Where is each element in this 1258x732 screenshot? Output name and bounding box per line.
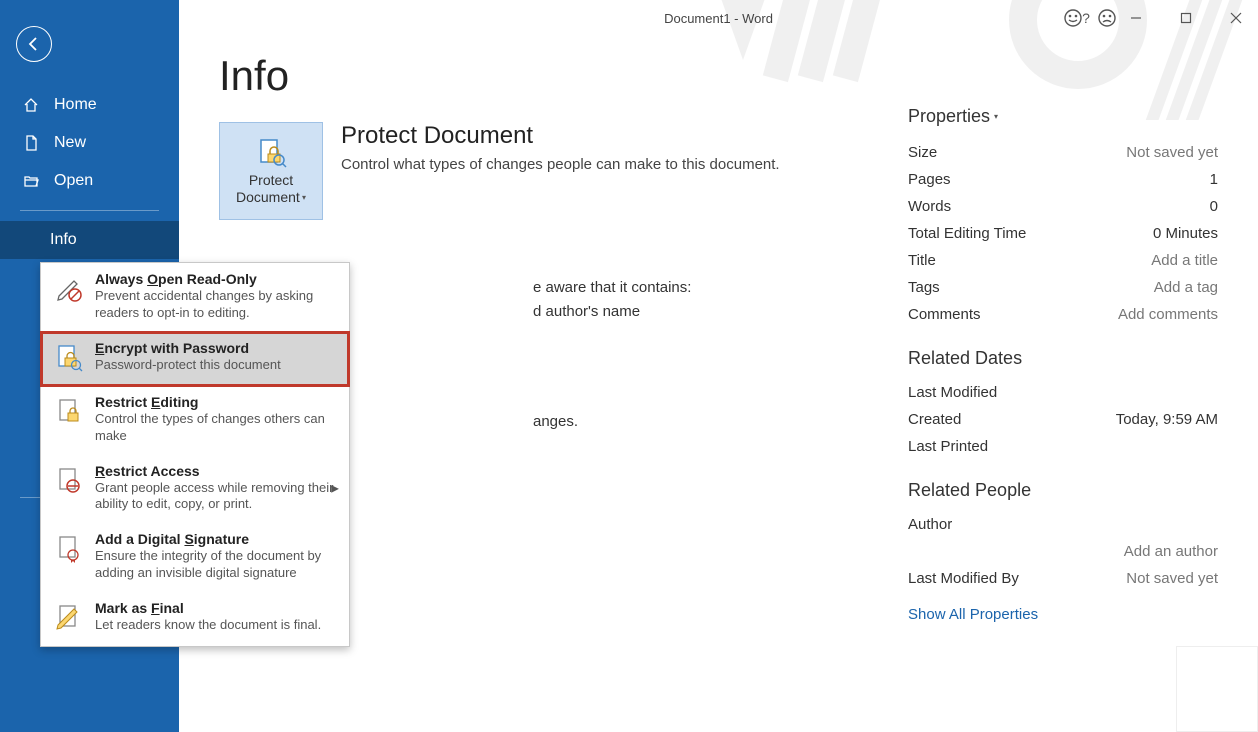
restrict-access-icon	[53, 463, 85, 499]
add-author[interactable]: Add an author	[908, 538, 1218, 565]
page-title: Info	[219, 52, 1218, 100]
chevron-down-icon: ▾	[300, 193, 306, 202]
protect-document-button[interactable]: Protect Document ▾	[219, 122, 323, 220]
sidebar-item-info[interactable]: Info	[0, 221, 179, 259]
white-overlay	[1176, 646, 1258, 732]
menu-mark-as-final[interactable]: Mark as FinalLet readers know the docume…	[41, 592, 349, 646]
sidebar-separator	[20, 210, 159, 211]
menu-encrypt-with-password[interactable]: Encrypt with PasswordPassword-protect th…	[41, 332, 349, 386]
show-all-properties-link[interactable]: Show All Properties	[908, 606, 1038, 623]
protect-document-heading: Protect Document	[341, 122, 780, 150]
close-button[interactable]	[1222, 4, 1250, 32]
chevron-down-icon: ▾	[994, 112, 998, 121]
readonly-icon	[53, 271, 85, 307]
protect-document-icon	[255, 136, 287, 168]
related-people-heading: Related People	[908, 480, 1218, 501]
protect-document-desc: Control what types of changes people can…	[341, 156, 780, 173]
menu-restrict-editing[interactable]: Restrict EditingControl the types of cha…	[41, 386, 349, 455]
restrict-editing-icon	[53, 394, 85, 430]
related-dates-heading: Related Dates	[908, 348, 1218, 369]
prop-edit-time: Total Editing Time0 Minutes	[908, 220, 1218, 247]
maximize-button[interactable]	[1172, 4, 1200, 32]
prop-size: SizeNot saved yet	[908, 139, 1218, 166]
menu-digital-signature[interactable]: Add a Digital SignatureEnsure the integr…	[41, 523, 349, 592]
menu-restrict-access[interactable]: Restrict AccessGrant people access while…	[41, 455, 349, 524]
back-button[interactable]	[16, 26, 52, 62]
hidden-content-text: e aware that it contains: d author's nam…	[533, 276, 691, 434]
sidebar-label: Open	[54, 172, 93, 190]
prop-title[interactable]: TitleAdd a title	[908, 247, 1218, 274]
minimize-button[interactable]	[1122, 4, 1150, 32]
sidebar-label: Home	[54, 96, 97, 114]
prop-last-modified: Last Modified	[908, 379, 1218, 406]
sidebar-label: Info	[50, 231, 77, 249]
open-icon	[22, 173, 40, 189]
prop-last-printed: Last Printed	[908, 433, 1218, 460]
prop-author: Author	[908, 511, 1218, 538]
document-title: Document1 - Word	[664, 11, 773, 26]
properties-panel: Properties▾ SizeNot saved yet Pages1 Wor…	[908, 106, 1218, 624]
prop-pages: Pages1	[908, 166, 1218, 193]
titlebar: Document1 - Word ?	[179, 0, 1258, 36]
prop-comments[interactable]: CommentsAdd comments	[908, 301, 1218, 328]
prop-created: CreatedToday, 9:59 AM	[908, 406, 1218, 433]
prop-tags[interactable]: TagsAdd a tag	[908, 274, 1218, 301]
submenu-arrow-icon: ▶	[331, 483, 339, 494]
home-icon	[22, 97, 40, 113]
properties-dropdown[interactable]: Properties▾	[908, 106, 1218, 127]
sidebar-item-home[interactable]: Home	[0, 86, 179, 124]
new-icon	[22, 135, 40, 151]
protect-button-label: Protect Document ▾	[220, 172, 322, 206]
final-icon	[53, 600, 85, 636]
prop-words: Words0	[908, 193, 1218, 220]
prop-last-modified-by: Last Modified ByNot saved yet	[908, 565, 1218, 592]
help-button[interactable]: ?	[1072, 4, 1100, 32]
sidebar-item-new[interactable]: New	[0, 124, 179, 162]
signature-icon	[53, 531, 85, 567]
protect-document-dropdown: Always Open Read-OnlyPrevent accidental …	[40, 262, 350, 647]
sidebar-item-open[interactable]: Open	[0, 162, 179, 200]
sidebar-label: New	[54, 134, 86, 152]
menu-always-open-readonly[interactable]: Always Open Read-OnlyPrevent accidental …	[41, 263, 349, 332]
encrypt-icon	[53, 340, 85, 376]
